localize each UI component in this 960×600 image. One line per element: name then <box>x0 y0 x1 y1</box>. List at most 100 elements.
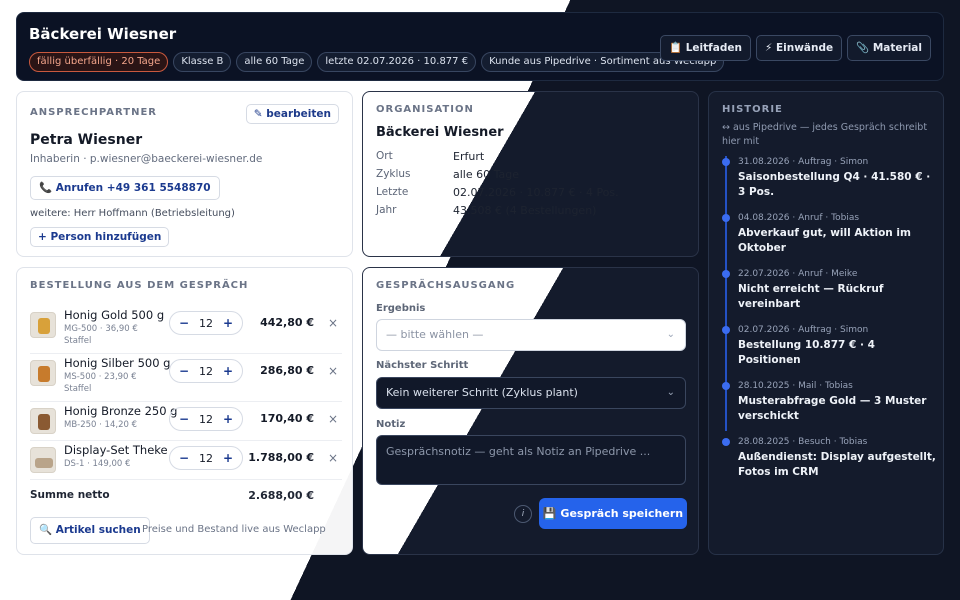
entry-meta: 22.07.2026 · Anruf · Meike <box>738 269 858 279</box>
item-total: 442,80 € <box>260 316 314 329</box>
item-name: Honig Silber 500 g <box>64 356 171 370</box>
history-card: HISTORIE ↔ aus Pipedrive — jedes Gespräc… <box>708 91 944 555</box>
more-contacts: weitere: Herr Hoffmann (Betriebsleitung) <box>30 208 235 219</box>
increment-button[interactable]: + <box>223 316 233 330</box>
org-value: 02.07.2026 · 10.877 € · 4 Pos. <box>453 186 619 199</box>
quantity-stepper: − 12 + <box>169 359 243 383</box>
objections-button[interactable]: ⚡ Einwände <box>755 35 843 61</box>
org-name: Bäckerei Wiesner <box>376 125 504 140</box>
history-entry[interactable]: 04.08.2026 · Anruf · Tobias Abverkauf gu… <box>722 212 937 256</box>
quantity-value[interactable]: 12 <box>199 365 213 378</box>
org-row: Jahr 43.508 € (4 Bestellungen) <box>376 204 676 222</box>
entry-text: Saisonbestellung Q4 · 41.580 € · 3 Pos. <box>738 171 931 198</box>
history-entry[interactable]: 28.08.2025 · Besuch · Tobias Außendienst… <box>722 436 937 480</box>
org-section-label: ORGANISATION <box>376 104 474 115</box>
result-label: Ergebnis <box>376 303 426 314</box>
call-button[interactable]: 📞 Anrufen +49 361 5548870 <box>30 176 220 200</box>
remove-item-icon[interactable]: × <box>328 316 338 330</box>
next-step-value: Kein weiterer Schritt (Zyklus plant) <box>386 386 578 399</box>
org-key: Jahr <box>376 204 397 216</box>
history-entry[interactable]: 02.07.2026 · Auftrag · Simon Bestellung … <box>722 324 937 368</box>
org-row: Letzte 02.07.2026 · 10.877 € · 4 Pos. <box>376 186 676 204</box>
overdue-badge: fällig überfällig · 20 Tage <box>29 52 169 72</box>
item-name: Display-Set Theke <box>64 443 168 457</box>
last-order-badge: letzte 02.07.2026 · 10.877 € <box>317 52 477 72</box>
decrement-button[interactable]: − <box>179 412 189 426</box>
order-card: BESTELLUNG AUS DEM GESPRÄCH Honig Gold 5… <box>16 267 353 555</box>
guide-button[interactable]: 📋 Leitfaden <box>660 35 751 61</box>
increment-button[interactable]: + <box>223 451 233 465</box>
quantity-stepper: − 12 + <box>169 311 243 335</box>
item-tier: Staffel <box>64 384 92 394</box>
outcome-section-label: GESPRÄCHSAUSGANG <box>376 280 516 291</box>
search-hint: Preise und Bestand live aus Weclapp <box>142 524 326 535</box>
quantity-value[interactable]: 12 <box>199 317 213 330</box>
timeline-dot <box>722 214 730 222</box>
entry-text: Nicht erreicht — Rückruf vereinbart <box>738 283 884 310</box>
history-entry[interactable]: 28.10.2025 · Mail · Tobias Musterabfrage… <box>722 380 937 424</box>
product-image <box>30 312 56 338</box>
info-icon[interactable]: i <box>514 505 532 523</box>
order-items: Honig Gold 500 g MG-500 · 36,90 € Staffe… <box>30 306 342 480</box>
entry-text: Musterabfrage Gold — 3 Muster verschickt <box>738 395 927 422</box>
item-sku: DS-1 · 149,00 € <box>64 459 131 469</box>
organisation-card: ORGANISATION Bäckerei Wiesner Ort Erfurt… <box>362 91 699 257</box>
decrement-button[interactable]: − <box>179 451 189 465</box>
timeline-dot <box>722 326 730 334</box>
header-actions: 📋 Leitfaden ⚡ Einwände 📎 Material <box>660 35 931 61</box>
item-sku: MG-500 · 36,90 € <box>64 324 138 334</box>
decrement-button[interactable]: − <box>179 364 189 378</box>
entry-text: Abverkauf gut, will Aktion im Oktober <box>738 227 911 254</box>
crm-call-screen: Bäckerei Wiesner fällig überfällig · 20 … <box>0 0 960 600</box>
org-value: Erfurt <box>453 150 485 163</box>
item-total: 170,40 € <box>260 412 314 425</box>
quantity-value[interactable]: 12 <box>199 452 213 465</box>
remove-item-icon[interactable]: × <box>328 451 338 465</box>
order-item: Honig Gold 500 g MG-500 · 36,90 € Staffe… <box>30 306 342 354</box>
product-image <box>30 447 56 473</box>
status-chips: fällig überfällig · 20 Tage Klasse B all… <box>29 52 725 72</box>
contact-section-label: ANSPRECHPARTNER <box>30 107 158 118</box>
entry-text: Außendienst: Display aufgestellt, Fotos … <box>738 451 936 478</box>
org-details: Ort Erfurt Zyklus alle 60 Tage Letzte 02… <box>376 150 676 222</box>
remove-item-icon[interactable]: × <box>328 412 338 426</box>
chevron-down-icon: ⌄ <box>666 329 675 340</box>
item-name: Honig Bronze 250 g <box>64 404 178 418</box>
history-section-label: HISTORIE <box>722 104 783 115</box>
order-sum-row: Summe netto 2.688,00 € <box>30 489 342 505</box>
item-tier: Staffel <box>64 336 92 346</box>
material-button[interactable]: 📎 Material <box>847 35 931 61</box>
quantity-value[interactable]: 12 <box>199 413 213 426</box>
item-sku: MS-500 · 23,90 € <box>64 372 137 382</box>
chevron-down-icon: ⌄ <box>666 387 675 398</box>
history-entry[interactable]: 22.07.2026 · Anruf · Meike Nicht erreich… <box>722 268 937 312</box>
add-person-button[interactable]: + Person hinzufügen <box>30 227 170 247</box>
order-item: Honig Bronze 250 g MB-250 · 14,20 € − 12… <box>30 402 342 441</box>
result-select[interactable]: — bitte wählen — ⌄ <box>376 319 686 351</box>
product-image <box>30 408 56 434</box>
note-textarea[interactable]: Gesprächsnotiz — geht als Notiz an Piped… <box>376 435 686 485</box>
item-total: 286,80 € <box>260 364 314 377</box>
sum-value: 2.688,00 € <box>248 489 314 502</box>
increment-button[interactable]: + <box>223 412 233 426</box>
sum-label: Summe netto <box>30 489 110 501</box>
save-call-button[interactable]: 💾 Gespräch speichern <box>539 498 687 529</box>
contact-name: Petra Wiesner <box>30 132 143 148</box>
history-entry[interactable]: 31.08.2026 · Auftrag · Simon Saisonbeste… <box>722 156 937 200</box>
org-key: Zyklus <box>376 168 411 180</box>
org-row: Ort Erfurt <box>376 150 676 168</box>
edit-contact-button[interactable]: ✎ bearbeiten <box>245 104 339 124</box>
customer-title: Bäckerei Wiesner <box>29 25 177 43</box>
quantity-stepper: − 12 + <box>169 446 243 470</box>
entry-text: Bestellung 10.877 € · 4 Positionen <box>738 339 875 366</box>
history-subtitle: ↔ aus Pipedrive — jedes Gespräch schreib… <box>722 122 928 147</box>
search-article-button[interactable]: 🔍 Artikel suchen <box>30 517 150 544</box>
product-image <box>30 360 56 386</box>
next-step-select[interactable]: Kein weiterer Schritt (Zyklus plant) ⌄ <box>376 377 686 409</box>
increment-button[interactable]: + <box>223 364 233 378</box>
next-step-label: Nächster Schritt <box>376 360 469 371</box>
org-value: alle 60 Tage <box>453 168 519 181</box>
remove-item-icon[interactable]: × <box>328 364 338 378</box>
decrement-button[interactable]: − <box>179 316 189 330</box>
timeline-dot <box>722 270 730 278</box>
